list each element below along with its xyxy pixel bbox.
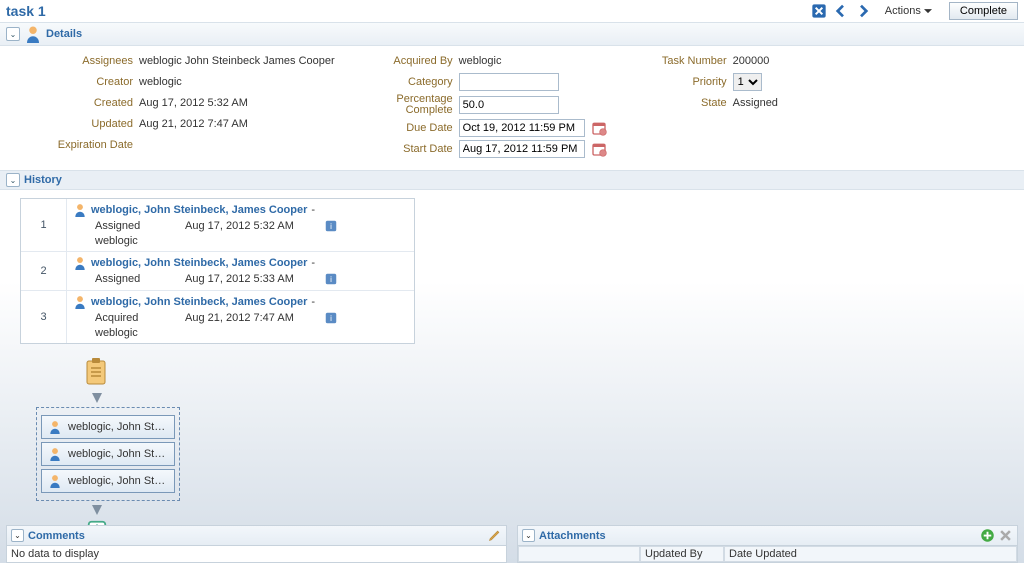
percentage-complete-label: Percentage Complete [375, 94, 453, 116]
start-date-label: Start Date [375, 143, 453, 155]
flow-node-label: weblogic, John Ste... [68, 448, 168, 460]
created-label: Created [48, 97, 133, 109]
page-title: task 1 [6, 3, 810, 19]
calendar-icon[interactable] [591, 141, 607, 157]
history-user: weblogic [73, 235, 408, 247]
created-value: Aug 17, 2012 5:32 AM [139, 97, 248, 109]
history-date: Aug 17, 2012 5:33 AM [185, 273, 294, 285]
attachments-col-name [518, 546, 640, 562]
table-row: 3 weblogic, John Steinbeck, James Cooper… [21, 291, 414, 343]
history-user: weblogic [73, 327, 408, 339]
flow-node-label: weblogic, John Ste... [68, 475, 168, 487]
creator-label: Creator [48, 76, 133, 88]
row-num: 2 [21, 252, 67, 290]
details-col-right: Task Number 200000 Priority 1 State Assigne… [647, 52, 778, 158]
arrow-down-icon [92, 505, 102, 515]
info-icon[interactable] [324, 219, 338, 233]
complete-button[interactable]: Complete [949, 2, 1018, 20]
history-title: weblogic, John Steinbeck, James Cooper [91, 204, 307, 216]
history-section-header: ⌄ History [0, 170, 1024, 190]
category-label: Category [375, 76, 453, 88]
priority-label: Priority [647, 76, 727, 88]
info-icon[interactable] [324, 311, 338, 325]
add-icon[interactable] [980, 528, 995, 543]
history-action: Assigned [95, 220, 155, 232]
flow-node[interactable]: weblogic, John Ste... [41, 469, 175, 493]
state-label: State [647, 97, 727, 109]
state-value: Assigned [733, 97, 778, 109]
start-date-input[interactable] [459, 140, 585, 158]
updated-value: Aug 21, 2012 7:47 AM [139, 118, 248, 130]
details-col-left: Assignees weblogic John Steinbeck James C… [48, 52, 335, 158]
task-number-value: 200000 [733, 55, 770, 67]
due-date-input[interactable] [459, 119, 585, 137]
comments-empty-text: No data to display [7, 546, 506, 562]
person-icon [48, 420, 62, 434]
priority-select[interactable]: 1 [733, 73, 762, 91]
details-disclosure-icon[interactable]: ⌄ [6, 27, 20, 41]
flow-node[interactable]: weblogic, John Ste... [41, 415, 175, 439]
flow-area: weblogic, John Ste... weblogic, John Ste… [0, 352, 1024, 550]
history-date: Aug 21, 2012 7:47 AM [185, 312, 294, 324]
acquired-by-value: weblogic [459, 55, 502, 67]
person-icon [73, 203, 87, 217]
comments-label: Comments [28, 530, 484, 542]
assignees-label: Assignees [48, 55, 133, 67]
creator-value: weblogic [139, 76, 182, 88]
history-action: Assigned [95, 273, 155, 285]
arrow-down-icon [92, 393, 102, 403]
table-row: 1 weblogic, John Steinbeck, James Cooper… [21, 199, 414, 252]
page-header: task 1 Actions Complete [0, 0, 1024, 22]
close-icon[interactable] [810, 2, 828, 20]
pencil-icon[interactable] [487, 528, 502, 543]
expiration-label: Expiration Date [48, 139, 133, 151]
row-num: 1 [21, 199, 67, 251]
assignees-value: weblogic John Steinbeck James Cooper [139, 55, 335, 67]
history-disclosure-icon[interactable]: ⌄ [6, 173, 20, 187]
attachments-col-date-updated: Date Updated [724, 546, 1017, 562]
next-arrow-icon[interactable] [854, 2, 872, 20]
updated-label: Updated [48, 118, 133, 130]
details-body: Assignees weblogic John Steinbeck James C… [0, 46, 1024, 170]
delete-disabled-icon [998, 528, 1013, 543]
percentage-complete-input[interactable] [459, 96, 559, 114]
due-date-label: Due Date [375, 122, 453, 134]
history-title: weblogic, John Steinbeck, James Cooper [91, 296, 307, 308]
flow-node[interactable]: weblogic, John Ste... [41, 442, 175, 466]
attachments-label: Attachments [539, 530, 977, 542]
actions-menu[interactable]: Actions [876, 2, 941, 20]
history-title: weblogic, John Steinbeck, James Cooper [91, 257, 307, 269]
comments-panel: ⌄ Comments No data to display [6, 525, 507, 563]
calendar-icon[interactable] [591, 120, 607, 136]
category-input[interactable] [459, 73, 559, 91]
person-icon [48, 447, 62, 461]
row-num: 3 [21, 291, 67, 343]
person-icon [24, 25, 42, 43]
flow-node-label: weblogic, John Ste... [68, 421, 168, 433]
flow-group: weblogic, John Ste... weblogic, John Ste… [36, 407, 180, 501]
attachments-panel: ⌄ Attachments Updated By Date Updated [517, 525, 1018, 563]
history-label: History [24, 174, 1018, 186]
info-icon[interactable] [324, 272, 338, 286]
details-col-mid: Acquired By weblogic Category Percentage … [375, 52, 607, 158]
person-icon [48, 474, 62, 488]
table-row: 2 weblogic, John Steinbeck, James Cooper… [21, 252, 414, 291]
task-number-label: Task Number [647, 55, 727, 67]
history-action: Acquired [95, 312, 155, 324]
history-date: Aug 17, 2012 5:32 AM [185, 220, 294, 232]
comments-disclosure-icon[interactable]: ⌄ [11, 529, 24, 542]
details-label: Details [46, 28, 1018, 40]
acquired-by-label: Acquired By [375, 55, 453, 67]
clipboard-icon [84, 358, 108, 386]
actions-label: Actions [885, 5, 921, 17]
attachments-col-updated-by: Updated By [640, 546, 724, 562]
attachments-disclosure-icon[interactable]: ⌄ [522, 529, 535, 542]
details-section-header: ⌄ Details [0, 22, 1024, 46]
prev-arrow-icon[interactable] [832, 2, 850, 20]
person-icon [73, 256, 87, 270]
person-icon [73, 295, 87, 309]
history-table: 1 weblogic, John Steinbeck, James Cooper… [20, 198, 415, 344]
